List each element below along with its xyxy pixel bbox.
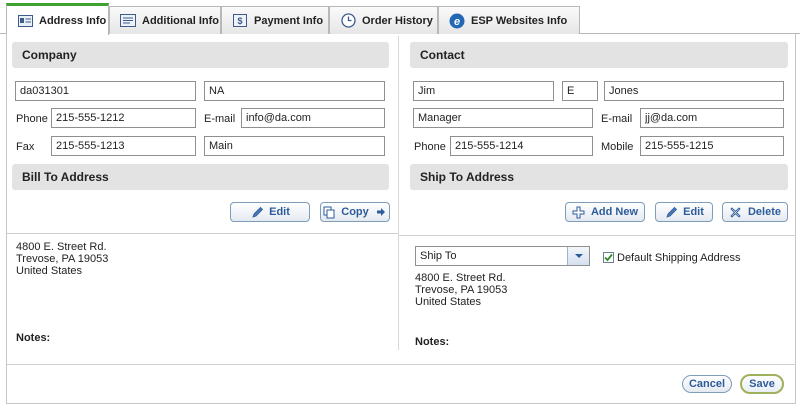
company-phone-field[interactable] bbox=[51, 108, 196, 128]
company-extra-field[interactable] bbox=[204, 136, 385, 156]
checkmark-icon bbox=[604, 253, 613, 262]
contact-job-title-field[interactable] bbox=[413, 108, 593, 128]
contact-email-field[interactable] bbox=[640, 108, 784, 128]
address-card-icon bbox=[17, 14, 33, 28]
bill-to-header: Bill To Address bbox=[12, 164, 389, 190]
history-icon bbox=[340, 13, 356, 28]
ship-to-delete-label: Delete bbox=[747, 206, 782, 218]
address-line: Trevose, PA 19053 bbox=[16, 253, 109, 265]
company-fax-field[interactable] bbox=[51, 136, 196, 156]
ship-to-delete-button[interactable]: Delete bbox=[722, 202, 788, 222]
contact-mobile-field[interactable] bbox=[640, 136, 784, 156]
contact-last-name-field[interactable] bbox=[604, 81, 784, 101]
ship-to-select-value: Ship To bbox=[420, 250, 457, 262]
tab-additional-info[interactable]: Additional Info bbox=[109, 6, 221, 34]
ship-to-address-select[interactable]: Ship To bbox=[415, 246, 590, 266]
save-button[interactable]: Save bbox=[740, 374, 784, 394]
default-shipping-label: Default Shipping Address bbox=[617, 252, 741, 264]
company-email-label: E-mail bbox=[204, 113, 236, 125]
address-line: United States bbox=[16, 265, 83, 277]
company-fax-label: Fax bbox=[16, 141, 35, 153]
bill-to-address: 4800 E. Street Rd. Trevose, PA 19053 Uni… bbox=[16, 241, 108, 277]
svg-text:$: $ bbox=[237, 16, 242, 26]
bill-to-separator bbox=[7, 233, 398, 234]
bill-to-notes-label: Notes: bbox=[16, 332, 51, 344]
chevron-down-icon[interactable] bbox=[567, 247, 589, 265]
contact-mobile-label: Mobile bbox=[601, 141, 634, 153]
tab-address-info[interactable]: Address Info bbox=[6, 3, 109, 35]
address-line: 4800 E. Street Rd. bbox=[415, 272, 506, 284]
copy-icon bbox=[322, 205, 336, 219]
ship-to-header: Ship To Address bbox=[410, 164, 788, 190]
ship-to-edit-button[interactable]: Edit bbox=[655, 202, 713, 222]
bill-to-edit-button[interactable]: Edit bbox=[230, 202, 310, 222]
pencil-icon bbox=[250, 205, 264, 219]
address-line: Trevose, PA 19053 bbox=[415, 284, 508, 296]
tab-label: Additional Info bbox=[142, 14, 219, 27]
company-email-field[interactable] bbox=[241, 108, 385, 128]
cancel-button[interactable]: Cancel bbox=[682, 375, 732, 393]
contact-phone-label: Phone bbox=[414, 141, 446, 153]
tab-label: Payment Info bbox=[254, 14, 324, 27]
contact-first-name-field[interactable] bbox=[413, 81, 554, 101]
contact-email-label: E-mail bbox=[601, 113, 633, 125]
tab-payment-info[interactable]: $ Payment Info bbox=[221, 6, 329, 34]
ship-to-notes-label: Notes: bbox=[415, 336, 450, 348]
delete-x-icon bbox=[729, 205, 743, 219]
info-card-icon bbox=[120, 14, 136, 28]
contact-middle-initial-field[interactable] bbox=[562, 81, 598, 101]
column-divider bbox=[398, 36, 399, 350]
ship-to-address: 4800 E. Street Rd. Trevose, PA 19053 Uni… bbox=[415, 272, 507, 308]
contact-header: Contact bbox=[410, 42, 788, 68]
tab-order-history[interactable]: Order History bbox=[329, 6, 438, 34]
ship-to-add-new-label: Add New bbox=[590, 206, 639, 218]
svg-text:e: e bbox=[454, 16, 460, 28]
plus-icon bbox=[572, 205, 586, 219]
company-name-field[interactable] bbox=[204, 81, 385, 101]
ship-to-add-new-button[interactable]: Add New bbox=[565, 202, 645, 222]
pencil-icon bbox=[664, 205, 678, 219]
company-header: Company bbox=[12, 42, 389, 68]
tab-bar: Address Info Additional Info $ Payment I… bbox=[0, 0, 800, 35]
tab-esp-websites-info[interactable]: e ESP Websites Info bbox=[438, 6, 580, 34]
esp-logo-icon: e bbox=[449, 13, 465, 28]
bill-to-copy-label: Copy bbox=[341, 206, 369, 218]
tab-label: Address Info bbox=[39, 14, 107, 27]
tab-label: Order History bbox=[362, 14, 433, 27]
footer-separator bbox=[7, 364, 796, 365]
bill-to-edit-label: Edit bbox=[269, 206, 290, 218]
company-phone-label: Phone bbox=[16, 113, 48, 125]
contact-phone-field[interactable] bbox=[450, 136, 593, 156]
payment-icon: $ bbox=[232, 14, 248, 28]
address-line: 4800 E. Street Rd. bbox=[16, 241, 107, 253]
tab-label: ESP Websites Info bbox=[471, 14, 568, 27]
arrow-right-icon bbox=[374, 205, 388, 219]
address-line: United States bbox=[415, 296, 482, 308]
company-id-field[interactable] bbox=[15, 81, 196, 101]
ship-to-separator bbox=[399, 235, 796, 236]
ship-to-edit-label: Edit bbox=[683, 206, 704, 218]
bill-to-copy-button[interactable]: Copy bbox=[320, 202, 390, 222]
default-shipping-checkbox[interactable] bbox=[603, 252, 614, 263]
